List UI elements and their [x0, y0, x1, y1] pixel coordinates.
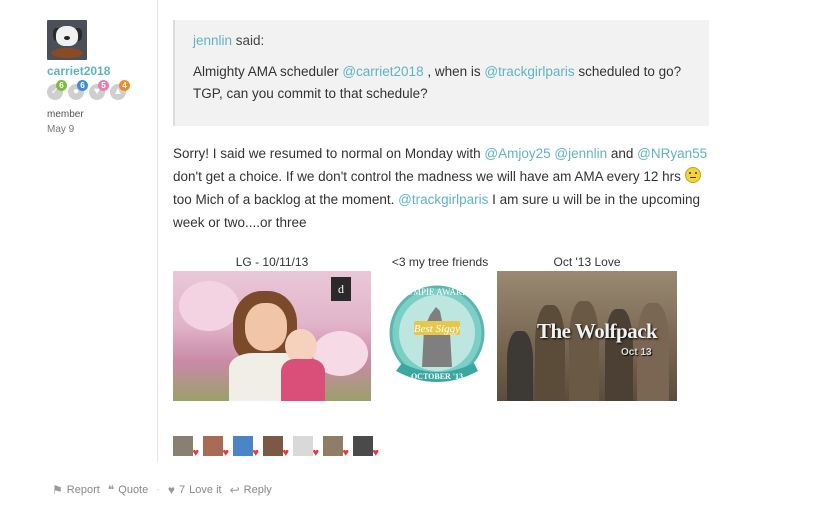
heart-icon: ♥ — [282, 447, 289, 459]
love-label: Love it — [189, 484, 222, 496]
heart-icon: ♥ — [342, 447, 349, 459]
reply-button[interactable]: ↩ Reply — [230, 483, 272, 497]
love-it-button[interactable]: ♥ 7 Love it — [168, 483, 222, 497]
signature-wolfpack: Oct '13 Love The Wolfpack Oct 13 — [497, 255, 677, 401]
author-badges: ✓ 6 ● 6 ♥ 5 ▲ 4 — [47, 80, 147, 101]
mention-link[interactable]: @trackgirlparis — [398, 192, 488, 207]
signature-caption: Oct '13 Love — [553, 255, 621, 269]
signature-caption: LG - 10/11/13 — [235, 255, 309, 269]
report-label: Report — [66, 484, 100, 496]
liker-avatar[interactable]: ♥ — [263, 436, 289, 459]
liker-avatar[interactable]: ♥ — [323, 436, 349, 459]
quote-bar — [173, 20, 175, 126]
reply-arrow-icon: ↩ — [229, 483, 240, 497]
heart-icon: ♥ — [372, 447, 379, 459]
quote-block: jennlin said: Almighty AMA scheduler @ca… — [173, 20, 709, 126]
wolfpack-subtitle: Oct 13 — [621, 347, 652, 358]
badge-count: 4 — [119, 80, 130, 91]
reply-label: Reply — [243, 484, 272, 496]
action-separator: · — [156, 484, 160, 496]
mention-link[interactable]: @NRyan55 — [637, 146, 707, 161]
quote-icon: ❝ — [107, 483, 115, 497]
post-text: and — [607, 146, 638, 161]
badge-count: 6 — [77, 80, 88, 91]
badge-count: 6 — [56, 80, 67, 91]
check-badge-icon[interactable]: ✓ 6 — [47, 80, 67, 100]
quote-label: Quote — [118, 484, 149, 496]
signature-caption: <3 my tree friends — [391, 255, 489, 269]
liker-avatar[interactable]: ♥ — [173, 436, 199, 459]
liker-avatar[interactable]: ♥ — [233, 436, 259, 459]
sidebar-divider — [157, 0, 158, 462]
badge-count: 5 — [98, 80, 109, 91]
photographer-logo-icon: d — [331, 277, 351, 301]
award-badge-graphic: BUMPIE AWARDS Best Siggy OCTOBER '13 — [389, 285, 485, 382]
mention-link[interactable]: @jennlin — [554, 146, 607, 161]
post-body: Sorry! I said we resumed to normal on Mo… — [173, 142, 713, 234]
liker-avatar[interactable]: ♥ — [203, 436, 229, 459]
heart-icon: ♥ — [192, 447, 199, 459]
quote-header: jennlin said: — [193, 33, 264, 48]
award-bottom-text: OCTOBER '13 — [411, 372, 463, 381]
mention-link[interactable]: @trackgirlparis — [484, 64, 574, 79]
bumpie-award-badge: BUMPIE AWARDS Best Siggy OCTOBER '13 — [384, 271, 490, 401]
liker-avatar[interactable]: ♥ — [293, 436, 319, 459]
family-photo: d — [173, 271, 371, 401]
heart-icon: ♥ — [252, 447, 259, 459]
post-actions: ⚑ Report ❝ Quote · ♥ 7 Love it ↩ Reply — [52, 483, 280, 497]
post-date: May 9 — [47, 124, 75, 135]
flag-icon: ⚑ — [52, 483, 63, 497]
author-username[interactable]: carriet2018 — [47, 64, 147, 78]
quote-author-link[interactable]: jennlin — [193, 33, 232, 48]
baby-carriage-badge-icon[interactable]: ▲ 4 — [110, 80, 130, 100]
report-button[interactable]: ⚑ Report — [52, 483, 100, 497]
likers-list: ♥ ♥ ♥ ♥ ♥ ♥ ♥ — [173, 436, 379, 459]
love-count: 7 — [179, 484, 186, 496]
heart-icon: ♥ — [312, 447, 319, 459]
post-text: don't get a choice. If we don't control … — [173, 169, 685, 184]
quote-text: , when is — [423, 64, 485, 79]
award-center-text: Best Siggy — [414, 323, 460, 335]
heart-icon: ♥ — [167, 483, 176, 497]
mention-link[interactable]: @carriet2018 — [342, 64, 423, 79]
award-top-text: BUMPIE AWARDS — [400, 287, 473, 297]
liker-avatar[interactable]: ♥ — [353, 436, 379, 459]
post-author-sidebar: carriet2018 ✓ 6 ● 6 ♥ 5 ▲ 4 member May 9 — [47, 20, 147, 135]
post-text: too Mich of a backlog at the moment. — [173, 192, 399, 207]
quote-text: Almighty AMA scheduler — [193, 64, 343, 79]
heart-icon: ♥ — [222, 447, 229, 459]
quote-body: Almighty AMA scheduler @carriet2018 , wh… — [193, 61, 693, 105]
wolfpack-title: The Wolfpack — [537, 319, 658, 343]
wolfpack-photo: The Wolfpack Oct 13 — [497, 271, 677, 401]
post-text: Sorry! I said we resumed to normal on Mo… — [173, 146, 485, 161]
quote-said: said: — [235, 33, 265, 48]
author-role: member — [47, 109, 84, 120]
quote-button[interactable]: ❝ Quote — [108, 483, 148, 497]
signature-award: <3 my tree friends BUMPIE AWARDS Best Si… — [384, 255, 496, 401]
comment-badge-icon[interactable]: ● 6 — [68, 80, 88, 100]
mention-link[interactable]: @Amjoy25 — [484, 146, 550, 161]
avatar[interactable] — [47, 20, 87, 60]
heart-badge-icon[interactable]: ♥ 5 — [89, 80, 109, 100]
signature-lg: LG - 10/11/13 d — [173, 255, 371, 401]
confused-emoji-icon — [684, 167, 701, 183]
